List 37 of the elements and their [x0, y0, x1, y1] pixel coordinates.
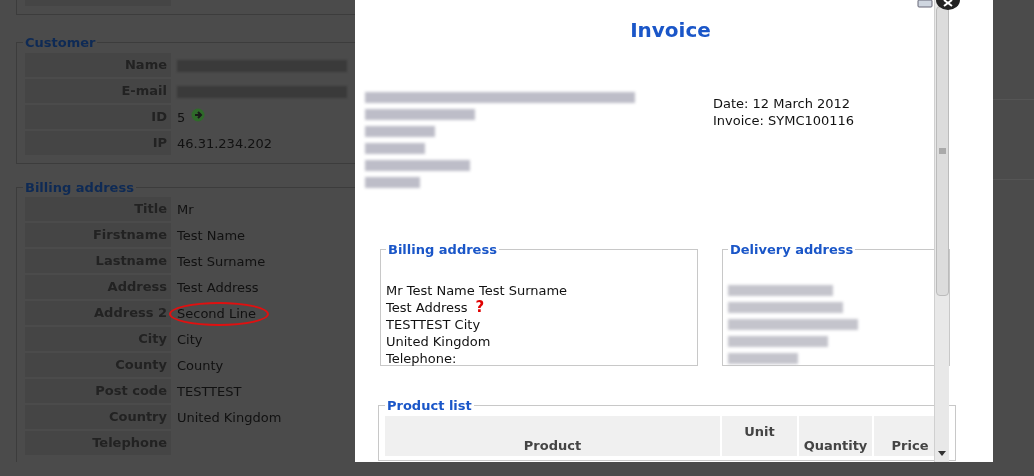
address-line: Test Address	[386, 298, 468, 316]
field-value: Second Line	[177, 305, 257, 324]
scrollbar[interactable]	[934, 0, 949, 462]
redacted-text	[365, 126, 435, 137]
section-legend: Delivery address	[728, 240, 856, 260]
address-line: Telephone:	[386, 349, 457, 367]
column-header: Unit	[722, 415, 797, 456]
field-value: 5	[177, 108, 186, 127]
field-value: TESTTEST	[177, 383, 242, 402]
column-header: Product	[385, 415, 720, 456]
field-value: Test Name	[177, 227, 246, 246]
section-legend: Customer	[23, 33, 98, 53]
section-legend: Billing address	[23, 177, 136, 197]
field-value: 46.31.234.202	[177, 134, 273, 153]
print-icon[interactable]	[917, 0, 933, 8]
invoice-meta: Date: 12 March 2012	[713, 95, 852, 112]
arrow-icon	[191, 107, 206, 122]
column-header: Quantity	[799, 415, 872, 456]
redacted-text	[365, 143, 425, 154]
section-legend: Product list	[385, 396, 474, 416]
section-legend: Billing address	[386, 240, 499, 260]
field-value: Test Surname	[177, 253, 266, 272]
address-line: United Kingdom	[386, 332, 491, 350]
address-line: TESTTEST City	[386, 315, 481, 333]
question-icon: ?	[475, 299, 485, 315]
field-value: United Kingdom	[177, 409, 282, 428]
scroll-down-icon[interactable]	[938, 451, 946, 456]
invoice-meta: Invoice: SYMC100116	[713, 112, 855, 129]
redacted-text	[365, 177, 420, 188]
invoice-title: Invoice	[629, 17, 712, 44]
field-value: City	[177, 331, 203, 350]
address-line: Mr Test Name Test Surname	[386, 281, 568, 299]
field-value: Test Address	[177, 279, 259, 298]
field-value: Mr	[177, 201, 194, 220]
close-icon[interactable]	[936, 0, 960, 10]
field-value: County	[177, 357, 224, 376]
grip-icon	[938, 148, 946, 154]
